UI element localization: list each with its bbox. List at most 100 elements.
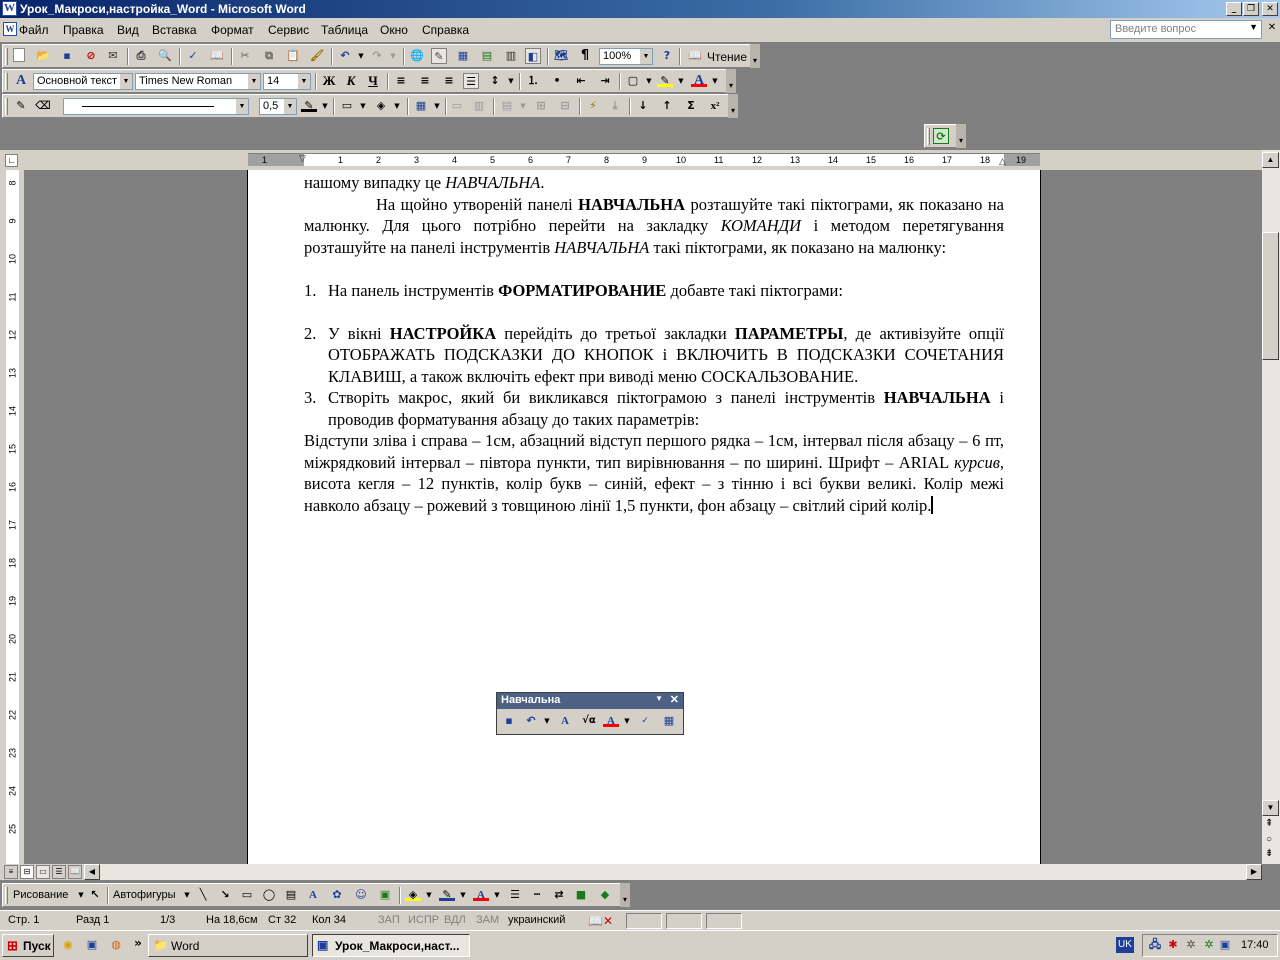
shading-icon[interactable]: ◈ xyxy=(373,98,389,114)
status-rec[interactable]: ЗАП xyxy=(378,914,400,926)
draw-menu-button[interactable]: Рисование xyxy=(13,889,68,901)
justify-icon[interactable]: ☰ xyxy=(463,73,479,89)
print-icon[interactable]: ⎙ xyxy=(133,48,149,64)
undo-icon[interactable]: ↶ xyxy=(523,713,539,729)
copy-icon[interactable]: ⧉ xyxy=(261,48,277,64)
document-text[interactable]: нашому випадку це НАВЧАЛЬНА. На щойно ут… xyxy=(304,172,1004,516)
first-line-indent-marker[interactable]: ▽ xyxy=(299,154,306,164)
line-weight-select[interactable]: 0,5 ▼ xyxy=(259,98,297,115)
undo-dropdown-icon[interactable]: ▼ xyxy=(539,713,555,729)
distribute-rows-icon[interactable]: ⊞ xyxy=(533,98,549,114)
status-trk[interactable]: ИСПР xyxy=(408,914,439,926)
taskbar-item-document[interactable]: ▣ Урок_Макроси,наст... xyxy=(312,934,470,957)
align-center-icon[interactable]: ≡ xyxy=(417,73,433,89)
outside-border-icon[interactable]: ▢ xyxy=(625,73,641,89)
outline-view-icon[interactable]: ☰ xyxy=(52,865,66,879)
quicklaunch-more-icon[interactable]: » xyxy=(130,935,146,951)
line-style-select[interactable]: ▼ xyxy=(63,98,249,115)
drawing-toggle-icon[interactable]: ◧ xyxy=(525,48,541,64)
format-painter-icon[interactable]: 🖌 xyxy=(309,48,325,64)
horizontal-scroll-track[interactable] xyxy=(100,864,1246,880)
tray-app-icon[interactable]: ✲ xyxy=(1183,937,1199,953)
autoshapes-dropdown-icon[interactable]: ▼ xyxy=(179,887,195,903)
line-color-dropdown-icon[interactable]: ▼ xyxy=(455,887,471,903)
font-color-icon[interactable]: A xyxy=(603,713,619,727)
font-color-icon[interactable]: A xyxy=(473,887,489,901)
menu-format[interactable]: Формат xyxy=(211,23,254,37)
font-color-dropdown-icon[interactable]: ▼ xyxy=(489,887,505,903)
quicklaunch-icon[interactable]: ◉ xyxy=(60,937,76,953)
paste-icon[interactable]: 📋 xyxy=(285,48,301,64)
previous-page-icon[interactable]: ⇞ xyxy=(1265,818,1273,829)
toolbar-options-icon[interactable]: ▾ xyxy=(620,883,630,907)
border-type-dropdown-icon[interactable]: ▼ xyxy=(355,98,371,114)
tables-borders-icon[interactable]: ✎ xyxy=(431,48,447,64)
styles-formatting-icon[interactable]: A xyxy=(13,73,29,89)
scroll-thumb[interactable] xyxy=(1262,232,1279,360)
insert-table-icon-2[interactable]: ▦ xyxy=(413,98,429,114)
toolbar-options-icon[interactable]: ▾ xyxy=(728,94,738,118)
border-type-icon[interactable]: ▭ xyxy=(339,98,355,114)
align-cell-dropdown-icon[interactable]: ▼ xyxy=(515,98,531,114)
align-cell-icon[interactable]: ▤ xyxy=(499,98,515,114)
maximize-button[interactable]: ❐ xyxy=(1243,2,1259,16)
document-page[interactable]: нашому випадку це НАВЧАЛЬНА. На щойно ут… xyxy=(247,170,1041,864)
ask-question-input[interactable]: Введите вопрос ▼ xyxy=(1110,20,1262,39)
print-preview-icon[interactable]: 🔍 xyxy=(157,48,173,64)
line-spacing-icon[interactable]: ↕ xyxy=(487,73,503,89)
clip-art-icon[interactable]: ☺ xyxy=(353,887,369,903)
scroll-left-icon[interactable]: ◀ xyxy=(84,864,100,880)
email-icon[interactable]: ✉ xyxy=(105,48,121,64)
next-page-icon[interactable]: ⇟ xyxy=(1265,848,1273,859)
font-dropdown-icon[interactable]: ▼ xyxy=(248,74,260,89)
save-icon[interactable]: ▪ xyxy=(59,48,75,64)
insert-excel-icon[interactable]: ▤ xyxy=(479,48,495,64)
line-style-dropdown-icon[interactable]: ▼ xyxy=(236,99,248,114)
styles-icon[interactable]: A xyxy=(557,713,573,729)
navchalna-toolbar[interactable]: Навчальна ▼ ✕ ▪ ↶ ▼ A √α A ▼ ✓ ▦ xyxy=(496,692,684,735)
spelling-status-icon[interactable]: 📖✕ xyxy=(588,914,613,928)
cut-icon[interactable]: ✂ xyxy=(237,48,253,64)
status-ext[interactable]: ВДЛ xyxy=(444,914,466,926)
style-dropdown-icon[interactable]: ▼ xyxy=(120,74,132,89)
right-indent-marker[interactable]: △ xyxy=(999,156,1006,166)
autoshapes-button[interactable]: Автофигуры xyxy=(113,889,176,901)
hyperlink-icon[interactable]: 🌐 xyxy=(409,48,425,64)
numbering-icon[interactable]: ⒈ xyxy=(525,73,541,89)
menu-tools[interactable]: Сервис xyxy=(268,23,309,37)
reading-mode-button[interactable]: Чтение xyxy=(707,50,747,64)
insert-table-dropdown-icon[interactable]: ▼ xyxy=(429,98,445,114)
minimize-button[interactable]: _ xyxy=(1226,2,1242,16)
horizontal-ruler[interactable]: 1 1 2 3 4 5 6 7 8 9 10 11 12 13 14 15 16… xyxy=(248,153,1040,166)
taskbar-item-word-folder[interactable]: 📁 Word xyxy=(148,934,308,957)
columns-icon[interactable]: ▥ xyxy=(503,48,519,64)
scroll-down-icon[interactable]: ▼ xyxy=(1262,800,1279,816)
diagram-icon[interactable]: ✿ xyxy=(329,887,345,903)
wordart-icon[interactable]: A xyxy=(305,887,321,903)
bold-button[interactable]: Ж xyxy=(321,73,337,89)
underline-button[interactable]: Ч xyxy=(365,73,381,89)
spelling-icon[interactable]: ✓ xyxy=(637,713,653,729)
document-icon[interactable]: W xyxy=(3,22,17,36)
font-color-icon[interactable]: A xyxy=(691,73,707,88)
sort-ascending-icon[interactable]: ↓ xyxy=(635,98,651,114)
select-browse-object-icon[interactable]: ○ xyxy=(1266,834,1272,845)
show-hide-icon[interactable]: ¶ xyxy=(577,48,593,64)
distribute-columns-icon[interactable]: ⊟ xyxy=(557,98,573,114)
doc-close-icon[interactable]: ✕ xyxy=(1264,21,1280,35)
size-dropdown-icon[interactable]: ▼ xyxy=(298,74,310,89)
document-map-icon[interactable]: 🗺 xyxy=(553,48,569,64)
firefox-icon[interactable]: ◍ xyxy=(108,937,124,953)
print-layout-icon[interactable]: ▭ xyxy=(36,865,50,879)
undo-icon[interactable]: ↶ xyxy=(337,48,353,64)
eraser-icon[interactable]: ⌫ xyxy=(35,98,51,114)
ask-dropdown-icon[interactable]: ▼ xyxy=(1249,22,1258,32)
tray-app-icon[interactable]: ✱ xyxy=(1165,937,1181,953)
floating-close-icon[interactable]: ✕ xyxy=(670,693,679,706)
toolbar-options-icon[interactable]: ▾ xyxy=(726,69,736,93)
floating-toolbar-title-bar[interactable]: Навчальна ▼ ✕ xyxy=(497,693,683,709)
line-spacing-dropdown-icon[interactable]: ▼ xyxy=(503,73,519,89)
macro-icon[interactable]: ⟳ xyxy=(933,128,949,144)
redo-icon[interactable]: ↷ xyxy=(369,48,385,64)
border-color-dropdown-icon[interactable]: ▼ xyxy=(317,98,333,114)
